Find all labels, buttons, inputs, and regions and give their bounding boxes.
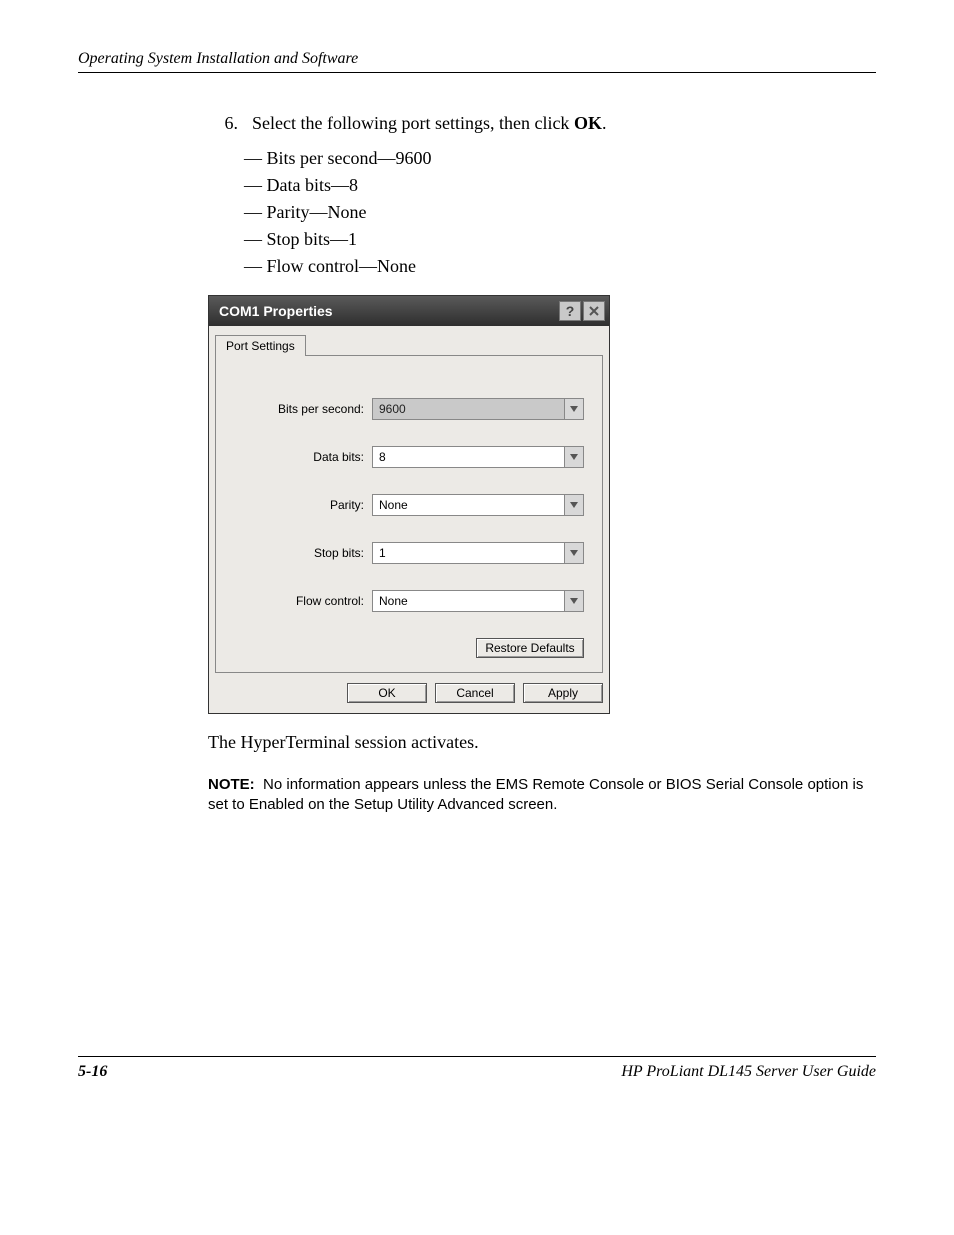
titlebar[interactable]: COM1 Properties ? [209,296,609,326]
page-number: 5-16 [78,1063,107,1081]
list-item: Flow control—None [244,256,876,277]
label-data-bits: Data bits: [234,450,372,464]
panel-actions: Restore Defaults [234,638,584,658]
flow-control-value: None [373,591,564,611]
parity-select[interactable]: None [372,494,584,516]
running-head: Operating System Installation and Softwa… [78,50,876,73]
data-bits-select[interactable]: 8 [372,446,584,468]
follow-text: The HyperTerminal session activates. [208,732,876,753]
close-icon [589,306,599,316]
list-item: Stop bits—1 [244,229,876,250]
dialog-title: COM1 Properties [219,303,557,319]
note-label: NOTE: [208,776,255,793]
list-item: Parity—None [244,202,876,223]
step-text-before: Select the following port settings, then… [252,113,574,133]
chevron-down-icon [564,543,583,563]
chevron-down-icon [564,447,583,467]
step-text: Select the following port settings, then… [252,113,876,134]
parity-value: None [373,495,564,515]
port-settings-panel: Bits per second: 9600 Data bits: 8 [215,355,603,673]
stop-bits-select[interactable]: 1 [372,542,584,564]
ok-button[interactable]: OK [347,683,427,703]
list-item: Bits per second—9600 [244,148,876,169]
step-text-after: . [602,113,607,133]
stop-bits-value: 1 [373,543,564,563]
page-footer: 5-16 HP ProLiant DL145 Server User Guide [78,1056,876,1081]
bits-per-second-select[interactable]: 9600 [372,398,584,420]
label-parity: Parity: [234,498,372,512]
chevron-down-icon [564,399,583,419]
chevron-down-icon [564,495,583,515]
step-6: 6. Select the following port settings, t… [208,113,876,134]
note: NOTE: No information appears unless the … [208,775,876,816]
book-title: HP ProLiant DL145 Server User Guide [621,1063,876,1081]
dialog-actions: OK Cancel Apply [209,683,609,713]
row-flow-control: Flow control: None [234,590,584,612]
row-data-bits: Data bits: 8 [234,446,584,468]
list-item: Data bits—8 [244,175,876,196]
tab-port-settings[interactable]: Port Settings [215,335,306,356]
label-bits-per-second: Bits per second: [234,402,372,416]
settings-list: Bits per second—9600 Data bits—8 Parity—… [208,148,876,277]
flow-control-select[interactable]: None [372,590,584,612]
cancel-button[interactable]: Cancel [435,683,515,703]
row-parity: Parity: None [234,494,584,516]
data-bits-value: 8 [373,447,564,467]
restore-defaults-button[interactable]: Restore Defaults [476,638,584,658]
apply-button[interactable]: Apply [523,683,603,703]
bits-per-second-value: 9600 [373,399,564,419]
question-icon: ? [566,304,575,318]
help-button[interactable]: ? [559,301,581,321]
close-button[interactable] [583,301,605,321]
label-flow-control: Flow control: [234,594,372,608]
tabstrip: Port Settings [209,326,609,355]
note-text: No information appears unless the EMS Re… [208,776,863,813]
step-text-bold: OK [574,113,602,133]
step-number: 6. [208,113,238,134]
com1-properties-dialog: COM1 Properties ? Port Settings Bits per… [208,295,610,714]
label-stop-bits: Stop bits: [234,546,372,560]
row-stop-bits: Stop bits: 1 [234,542,584,564]
row-bits-per-second: Bits per second: 9600 [234,398,584,420]
chevron-down-icon [564,591,583,611]
